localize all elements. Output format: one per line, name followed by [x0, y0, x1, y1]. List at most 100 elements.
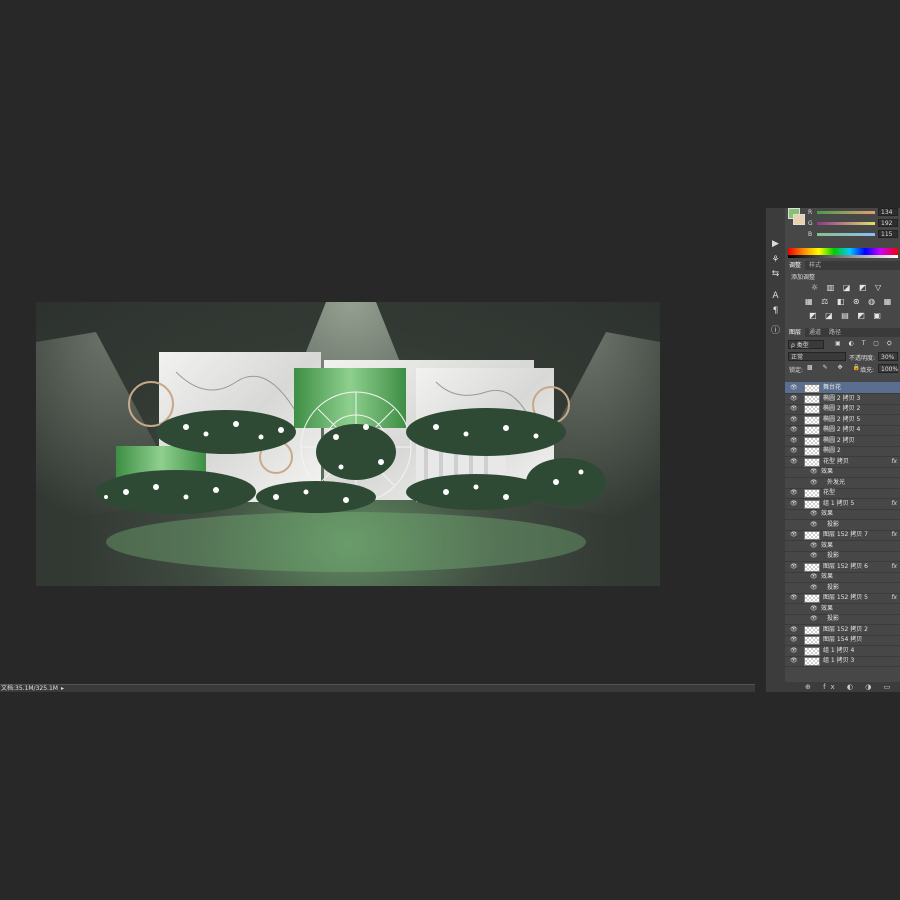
layer-name: 舞台花: [823, 384, 842, 391]
tab-paths[interactable]: 路径: [825, 328, 845, 337]
visibility-eye-icon[interactable]: 👁: [810, 603, 818, 614]
layer-name: 组 1 拷贝 4: [823, 646, 855, 654]
tab-styles[interactable]: 样式: [805, 261, 825, 270]
visibility-eye-icon[interactable]: 👁: [810, 466, 818, 477]
green-slider[interactable]: [817, 222, 875, 225]
opacity-field[interactable]: 30%: [878, 352, 898, 361]
visibility-eye-icon[interactable]: 👁: [790, 561, 798, 572]
info-icon[interactable]: ⓘ: [769, 325, 782, 337]
layer-controls: ρ 类型 ▣ ◐ T ▢ ⛭ 正常 不透明度: 30% 锁定: ▩ ✎ ✥ 🔒 …: [785, 340, 900, 380]
fill-field[interactable]: 100%: [878, 364, 898, 373]
brush-settings-icon[interactable]: ⚘: [769, 254, 782, 266]
visibility-eye-icon[interactable]: 👁: [790, 634, 798, 645]
visibility-eye-icon[interactable]: 👁: [790, 655, 798, 666]
document-workspace[interactable]: [0, 208, 755, 684]
layer-filter-select[interactable]: ρ 类型: [788, 340, 824, 349]
layer-fx-icon[interactable]: fx: [891, 592, 897, 603]
blend-mode-select[interactable]: 正常: [788, 352, 846, 361]
layer-name: 椭圆 2 拷贝 5: [823, 415, 861, 423]
visibility-eye-icon[interactable]: 👁: [810, 582, 818, 593]
filter-icons[interactable]: ▣ ◐ T ▢ ⛭: [835, 340, 895, 348]
layer-name: 效果: [821, 468, 834, 475]
visibility-eye-icon[interactable]: 👁: [790, 382, 798, 393]
stage-design-canvas[interactable]: [36, 302, 660, 586]
visibility-eye-icon[interactable]: 👁: [810, 540, 818, 551]
layer-name: 椭圆 2 拷贝 2: [823, 405, 861, 412]
layer-name: 椭圆 2 拷贝 3: [823, 394, 861, 402]
visibility-eye-icon[interactable]: 👁: [790, 529, 798, 540]
visibility-eye-icon[interactable]: 👁: [790, 393, 798, 404]
visibility-eye-icon[interactable]: 👁: [790, 645, 798, 656]
layer-name: 效果: [821, 573, 834, 580]
layer-name: 投影: [827, 583, 840, 591]
layer-fx-icon[interactable]: fx: [891, 561, 897, 572]
visibility-eye-icon[interactable]: 👁: [810, 571, 818, 582]
stage-artwork: [36, 302, 660, 572]
channel-label: G: [808, 220, 813, 227]
layer-name: 图层 154 拷贝: [823, 636, 863, 643]
layer-row[interactable]: 👁 组 1 拷贝 3: [785, 655, 900, 667]
layer-name: 效果: [821, 510, 834, 517]
layer-fx-icon[interactable]: fx: [891, 498, 897, 509]
red-slider[interactable]: [817, 211, 875, 214]
floor-glow: [106, 512, 586, 572]
visibility-eye-icon[interactable]: 👁: [790, 498, 798, 509]
layer-name: 图层 152 拷贝 7: [823, 531, 868, 538]
visibility-eye-icon[interactable]: 👁: [810, 519, 818, 530]
red-channel-row: R 134: [785, 208, 900, 219]
doc-size-readout: 文档:35.1M/325.1M: [1, 685, 58, 692]
layer-name: 图层 152 拷贝 5: [823, 594, 868, 601]
layer-name: 外发光: [827, 478, 846, 486]
visibility-eye-icon[interactable]: 👁: [790, 403, 798, 414]
visibility-eye-icon[interactable]: 👁: [790, 435, 798, 446]
layer-fx-icon[interactable]: fx: [891, 456, 897, 467]
green-channel-row: G 192: [785, 219, 900, 230]
panel-tool-strip: ▶ ⚘ ⇆ A ¶ ⓘ: [765, 208, 786, 692]
layer-name: 图层 152 拷贝 6: [823, 562, 868, 570]
paragraph-icon[interactable]: ¶: [769, 305, 782, 317]
visibility-eye-icon[interactable]: 👁: [790, 624, 798, 635]
visibility-eye-icon[interactable]: 👁: [810, 477, 818, 488]
tab-channels[interactable]: 通道: [805, 328, 825, 337]
visibility-eye-icon[interactable]: 👁: [790, 445, 798, 456]
adjustment-icons-row-3[interactable]: ◩ ◪ ▤ ◩ ▣: [809, 311, 884, 320]
visibility-eye-icon[interactable]: 👁: [790, 592, 798, 603]
layers-panel-tabs: 图层 通道 路径: [785, 328, 900, 337]
layer-name: 效果: [821, 541, 834, 549]
lock-icons[interactable]: ▩ ✎ ✥ 🔒: [807, 364, 864, 371]
top-dark-frame: [0, 0, 900, 208]
layer-name: 图层 152 拷贝 2: [823, 625, 868, 633]
adjustment-icons-row-1[interactable]: ☼ ▥ ◪ ◩ ▽: [811, 283, 884, 292]
play-icon[interactable]: ▶: [769, 238, 782, 250]
visibility-eye-icon[interactable]: 👁: [790, 487, 798, 498]
layer-fx-icon[interactable]: fx: [891, 529, 897, 540]
blue-slider[interactable]: [817, 233, 875, 236]
adjust-panel-tabs: 调整 样式: [785, 261, 900, 270]
tab-adjustments[interactable]: 调整: [785, 261, 806, 270]
green-value-field[interactable]: 192: [878, 219, 898, 227]
layer-list: 👁 舞台花 👁 椭圆 2 拷贝 3 👁 椭圆 2 拷贝 2 👁 椭圆 2 拷贝 5 👁 椭圆 2 …: [785, 382, 900, 682]
visibility-eye-icon[interactable]: 👁: [810, 613, 818, 624]
character-icon[interactable]: A: [769, 290, 782, 302]
layer-thumbnail: [804, 657, 820, 666]
blue-value-field[interactable]: 115: [878, 230, 898, 238]
layer-footer-icons[interactable]: ⊕ fx ◐ ◑ ▭ ▣ 🗑: [785, 682, 900, 701]
fill-label: 填充:: [860, 367, 875, 374]
channel-label: R: [808, 209, 813, 216]
visibility-eye-icon[interactable]: 👁: [790, 424, 798, 435]
visibility-eye-icon[interactable]: 👁: [790, 456, 798, 467]
layer-name: 椭圆 2 拷贝: [823, 436, 855, 444]
visibility-eye-icon[interactable]: 👁: [810, 550, 818, 561]
layer-name: 花型 拷贝: [823, 457, 849, 465]
layer-name: 投影: [827, 552, 840, 559]
adjust-icon[interactable]: ⇆: [769, 268, 782, 280]
layer-name: 椭圆 2 拷贝 4: [823, 426, 861, 433]
layer-name: 花型: [823, 489, 836, 496]
layer-name: 投影: [827, 615, 840, 622]
color-spectrum-bar[interactable]: [788, 248, 898, 258]
visibility-eye-icon[interactable]: 👁: [810, 508, 818, 519]
visibility-eye-icon[interactable]: 👁: [790, 414, 798, 425]
adjustment-icons-row-2[interactable]: ▦ ⚖ ◧ ⊛ ◍ ▦: [805, 297, 894, 306]
red-value-field[interactable]: 134: [878, 208, 898, 216]
tab-layers[interactable]: 图层: [785, 328, 806, 337]
